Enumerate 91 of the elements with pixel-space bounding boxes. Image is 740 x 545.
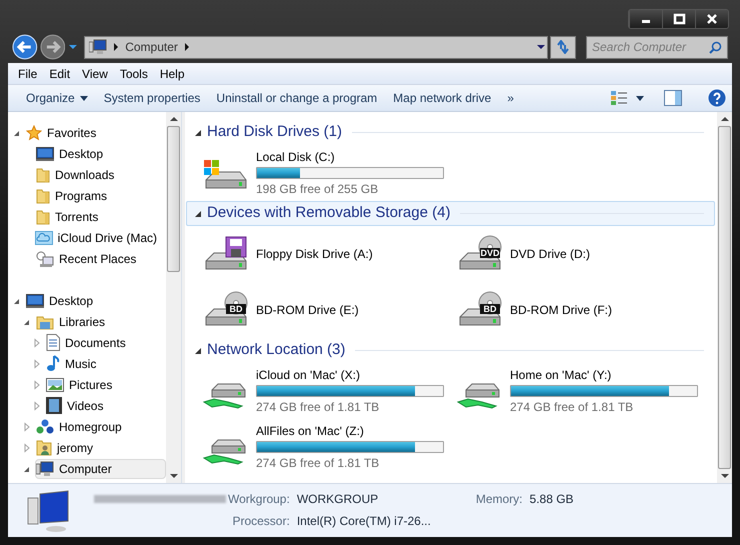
free-space-text: 274 GB free of 1.81 TB	[256, 399, 380, 416]
detail-value: WORKGROUP	[296, 491, 380, 508]
folder-icon	[36, 208, 50, 224]
user-folder-icon	[36, 439, 52, 456]
scroll-thumb[interactable]	[167, 126, 180, 272]
folder-icon	[36, 188, 50, 204]
landscape-icon	[46, 378, 64, 392]
folder-icon	[36, 166, 50, 182]
drive-name[interactable]: Floppy Disk Drive (A:)	[256, 245, 373, 263]
nav-item[interactable]: Recent Places	[35, 248, 166, 268]
breadcrumb-arrow-icon[interactable]	[113, 43, 120, 51]
computer-icon	[36, 460, 54, 476]
drive-name[interactable]: Home on 'Mac' (Y:)	[510, 366, 698, 384]
toolbar-button[interactable]: Organize	[18, 85, 96, 111]
computer-icon	[89, 39, 108, 55]
cloud-icon	[34, 230, 53, 244]
toolbar-button[interactable]: Map network drive	[385, 85, 500, 111]
detail-label: Memory:	[476, 491, 523, 508]
view-options-icon[interactable]	[610, 90, 628, 106]
minimize-button[interactable]	[629, 10, 662, 28]
caret-icon[interactable]	[636, 96, 644, 100]
nav-item[interactable]: Desktop	[25, 290, 166, 310]
close-button[interactable]	[695, 10, 728, 28]
menu-item[interactable]: Help	[154, 64, 191, 82]
search-field[interactable]: Search Computer	[586, 36, 728, 58]
monitor-icon	[26, 294, 44, 308]
detail-label: Workgroup:	[228, 491, 290, 508]
group-header[interactable]: Network Location (3)	[186, 338, 715, 363]
help-icon[interactable]	[708, 89, 726, 107]
breadcrumb-arrow-icon[interactable]	[184, 43, 190, 51]
nav-item[interactable]: Libraries	[35, 312, 166, 332]
music-note-icon	[46, 355, 60, 372]
nav-item[interactable]: iCloud Drive (Mac)	[34, 228, 166, 248]
caret-icon	[80, 96, 88, 100]
detail-label: Processor:	[231, 513, 290, 530]
nav-item[interactable]: Pictures	[45, 374, 166, 394]
recent-places-icon	[36, 250, 54, 266]
free-space-text: 274 GB free of 1.81 TB	[256, 455, 380, 472]
star-icon	[26, 124, 42, 140]
nav-item[interactable]: Homegroup	[35, 416, 166, 436]
free-space-text: 198 GB free of 255 GB	[256, 181, 380, 198]
group-header[interactable]: Hard Disk Drives (1)	[186, 120, 715, 145]
collapse-arrow-icon	[195, 348, 201, 354]
refresh-icon	[555, 40, 572, 54]
collapse-arrow-icon	[195, 130, 201, 136]
drive-name[interactable]: DVD Drive (D:)	[510, 245, 590, 263]
drive-name[interactable]: BD-ROM Drive (E:)	[256, 301, 359, 319]
drive-name[interactable]: AllFiles on 'Mac' (Z:)	[256, 422, 444, 440]
menu-item[interactable]: View	[76, 64, 114, 82]
breadcrumb-item[interactable]: Computer	[125, 38, 178, 56]
history-dropdown-icon[interactable]	[67, 42, 80, 52]
search-icon	[709, 40, 722, 54]
maximize-button[interactable]	[662, 10, 695, 28]
dropdown-arrow-icon[interactable]	[535, 42, 548, 52]
toolbar-button[interactable]: Uninstall or change a program	[208, 85, 386, 111]
group-header[interactable]: Devices with Removable Storage (4)	[186, 201, 715, 226]
address-bar[interactable]: Computer	[84, 36, 548, 58]
nav-item[interactable]: Torrents	[35, 206, 166, 226]
film-icon	[46, 397, 62, 414]
preview-pane-icon[interactable]	[664, 90, 682, 106]
toolbar-button[interactable]: »	[499, 85, 522, 111]
document-icon	[46, 334, 60, 351]
scrollbar[interactable]	[166, 112, 181, 483]
nav-item[interactable]: Desktop	[35, 144, 166, 164]
detail-value: 5.88 GB	[530, 491, 574, 508]
free-space-text: 274 GB free of 1.81 TB	[510, 399, 634, 416]
back-button[interactable]	[12, 34, 38, 60]
nav-item[interactable]: Documents	[45, 332, 166, 352]
menu-item[interactable]: Tools	[114, 64, 154, 82]
drive-name[interactable]: Local Disk (C:)	[256, 148, 444, 166]
collapse-arrow-icon	[195, 210, 201, 216]
homegroup-icon	[36, 418, 54, 434]
nav-item[interactable]: Music	[45, 354, 166, 374]
nav-item[interactable]: jeromy	[35, 438, 166, 458]
nav-item[interactable]: Computer	[35, 458, 166, 478]
scroll-thumb[interactable]	[718, 126, 731, 469]
forward-button[interactable]	[40, 34, 66, 60]
detail-value: Intel(R) Core(TM) i7-26...	[296, 513, 431, 530]
scrollbar[interactable]	[717, 112, 732, 483]
library-icon	[36, 314, 54, 330]
monitor-icon	[36, 146, 54, 160]
nav-item[interactable]: Programs	[35, 186, 166, 206]
drive-name[interactable]: iCloud on 'Mac' (X:)	[256, 366, 444, 384]
menu-item[interactable]: Edit	[43, 64, 76, 82]
nav-item[interactable]: Videos	[45, 396, 166, 416]
menu-item[interactable]: File	[12, 64, 44, 82]
refresh-button[interactable]	[550, 36, 576, 58]
nav-item[interactable]: Favorites	[25, 122, 166, 142]
nav-item[interactable]: Downloads	[35, 164, 166, 184]
drive-name[interactable]: BD-ROM Drive (F:)	[510, 301, 612, 319]
toolbar-button[interactable]: System properties	[96, 85, 208, 111]
